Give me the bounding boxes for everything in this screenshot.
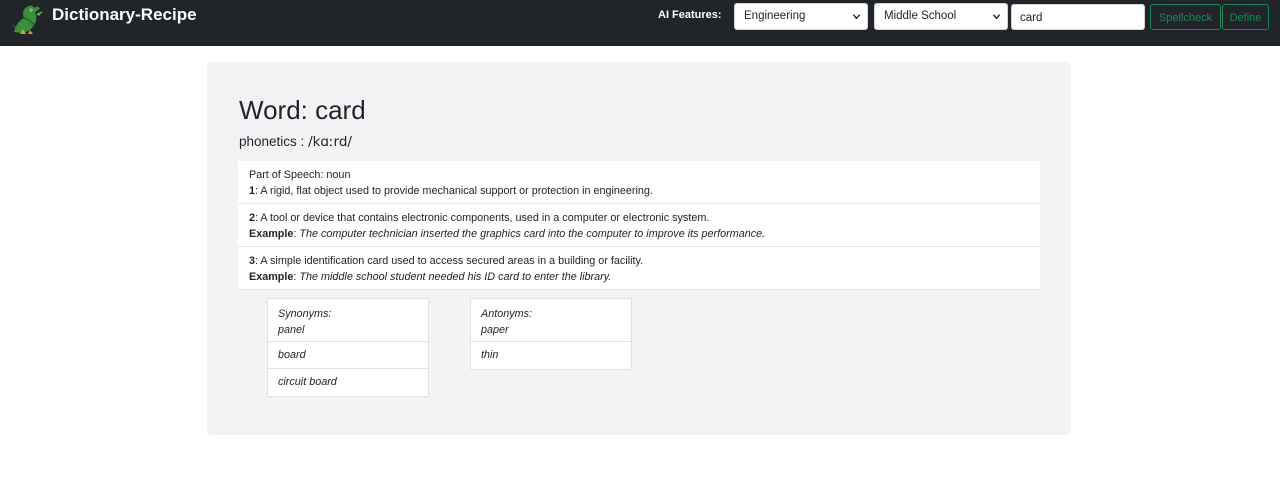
dragon-icon: [12, 5, 43, 34]
antonyms-table: Antonyms: paper thin: [470, 298, 632, 370]
part-of-speech: Part of Speech: noun: [249, 169, 351, 181]
definition-text: 1: A rigid, flat object used to provide …: [249, 183, 1040, 199]
example-text: The computer technician inserted the gra…: [299, 228, 766, 240]
example-text: The middle school student needed his ID …: [299, 271, 612, 283]
synonym-item: circuit board: [278, 376, 337, 388]
definition-body: : A simple identification card used to a…: [255, 255, 644, 267]
level-select-value: Middle School: [884, 10, 957, 22]
ai-features-label: AI Features:: [658, 9, 722, 21]
synonym-value: panel: [278, 323, 305, 336]
define-button[interactable]: Define: [1222, 4, 1269, 30]
word-title: Word: card: [239, 95, 366, 125]
search-input[interactable]: card: [1011, 4, 1145, 30]
synonyms-table: Synonyms: panel board circuit board: [267, 298, 429, 397]
synonym-item: Synonyms: panel: [268, 299, 428, 342]
antonyms-label: Antonyms:: [481, 308, 533, 320]
example-label: Example: [249, 271, 294, 283]
definitions-list: Part of Speech: noun 1: A rigid, flat ob…: [238, 161, 1040, 290]
definition-body: : A rigid, flat object used to provide m…: [255, 185, 653, 197]
synonym-item: board: [268, 342, 428, 369]
spellcheck-button[interactable]: Spellcheck: [1150, 4, 1221, 30]
phonetics: phonetics : /kɑːrd/: [239, 134, 352, 150]
field-select[interactable]: Engineering: [734, 3, 868, 30]
list-item: 3: A simple identification card used to …: [238, 247, 1040, 290]
brand[interactable]: [10, 2, 46, 36]
antonym-item: thin: [481, 349, 499, 361]
example-label: Example: [249, 228, 294, 240]
result-card: Word: card phonetics : /kɑːrd/ Part of S…: [207, 62, 1071, 435]
phonetics-label: phonetics :: [239, 134, 305, 149]
level-select[interactable]: Middle School: [874, 3, 1008, 30]
field-select-value: Engineering: [744, 10, 806, 22]
chevron-down-icon: [852, 14, 861, 20]
definition-text: 2: A tool or device that contains electr…: [249, 210, 1040, 226]
definition-body: : A tool or device that contains electro…: [255, 212, 710, 224]
list-item: Part of Speech: noun 1: A rigid, flat ob…: [238, 161, 1040, 204]
phonetics-value: /kɑːrd/: [308, 134, 352, 150]
definition-example: Example: The computer technician inserte…: [249, 228, 766, 240]
definition-example: Example: The middle school student neede…: [249, 271, 612, 283]
definition-text: 3: A simple identification card used to …: [249, 253, 1040, 269]
list-item: 2: A tool or device that contains electr…: [238, 204, 1040, 247]
synonyms-label: Synonyms:: [278, 308, 332, 320]
antonym-item: Antonyms: paper: [471, 299, 631, 342]
chevron-down-icon: [992, 14, 1001, 20]
navbar: Dictionary-Recipe AI Features: Engineeri…: [0, 0, 1280, 46]
brand-title[interactable]: Dictionary-Recipe: [52, 5, 212, 25]
antonym-value: paper: [481, 323, 509, 336]
